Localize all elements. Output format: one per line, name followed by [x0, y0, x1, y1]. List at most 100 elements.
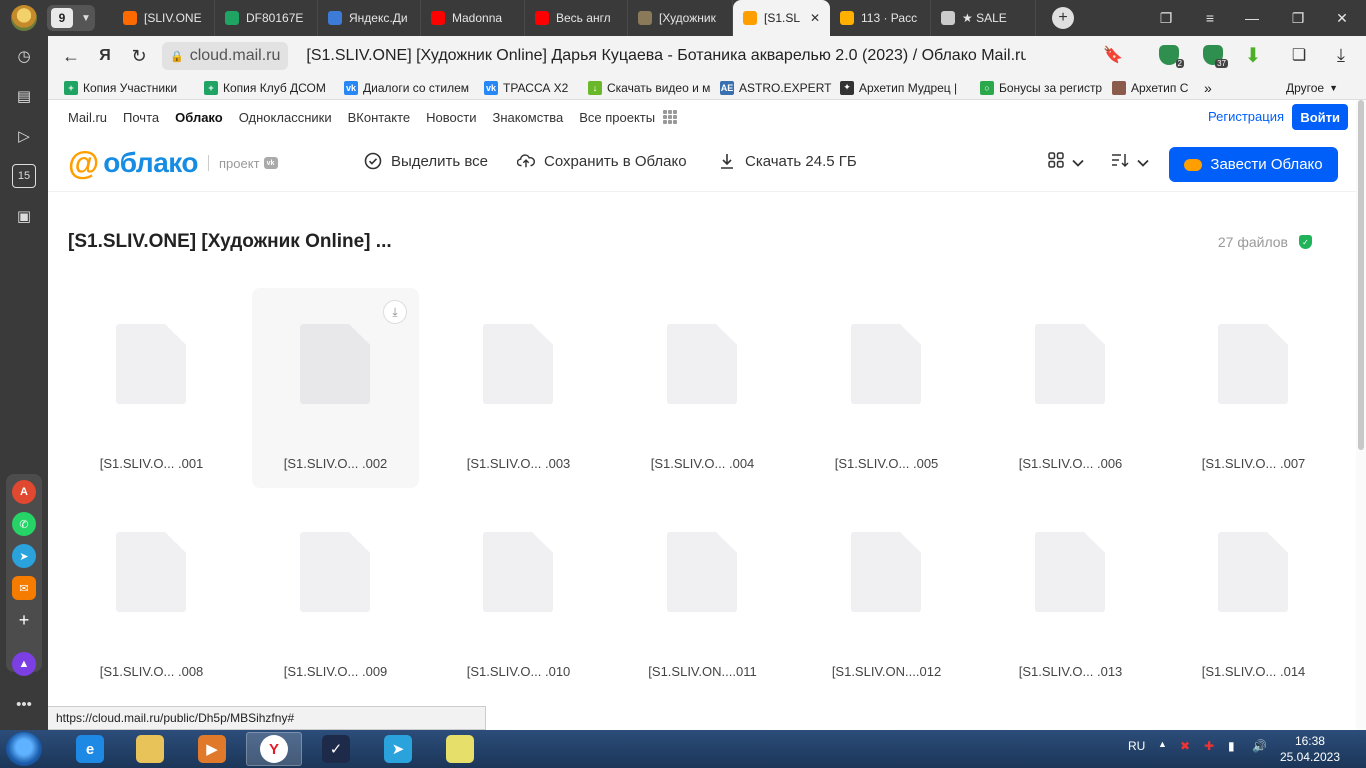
page-scrollbar[interactable] — [1356, 100, 1366, 730]
tab-9[interactable]: ★ SALE — [931, 0, 1036, 36]
file-card[interactable]: [S1.SLIV.O... .004 — [619, 288, 786, 488]
bookmarks-more[interactable]: » — [1200, 80, 1216, 96]
close-window-icon[interactable]: ✕ — [1322, 0, 1362, 36]
file-card[interactable]: [S1.SLIV.O... .002 ⤓ — [252, 288, 419, 488]
more-icon[interactable]: ••• — [12, 692, 36, 716]
save-to-cloud-button[interactable]: Сохранить в Облако — [517, 152, 687, 170]
bookmarks-other[interactable]: Другое ▼ — [1278, 81, 1346, 95]
tab-1[interactable]: [SLIV.ONE — [113, 0, 215, 36]
bookmark-5[interactable]: ↓ Скачать видео и м — [580, 80, 712, 95]
bookmark-3[interactable]: vk Диалоги со стилем — [336, 80, 476, 95]
file-card[interactable]: [S1.SLIV.O... .005 — [803, 288, 970, 488]
history-icon[interactable]: ◷ — [12, 44, 36, 68]
collections-icon[interactable]: ▤ — [12, 84, 36, 108]
restore-icon[interactable]: ❐ — [1278, 0, 1318, 36]
bookmark-8[interactable]: ○ Бонусы за регистр — [972, 80, 1104, 95]
scrollbar-thumb[interactable] — [1358, 100, 1364, 450]
all-projects-grid-icon[interactable] — [663, 110, 678, 124]
file-card[interactable]: [S1.SLIV.ON....011 — [619, 496, 786, 696]
download-arrow-icon[interactable]: ⬇ — [1240, 42, 1266, 68]
tab-3[interactable]: Яндекс.Ди — [318, 0, 421, 36]
yandex-icon[interactable]: Я — [88, 41, 122, 71]
whatsapp-icon[interactable]: ✆ — [12, 512, 36, 536]
taskbar-telegram[interactable]: ➤ — [370, 732, 426, 766]
tab-7[interactable]: [S1.SLIV ✕ — [733, 0, 830, 36]
url-domain-pill[interactable]: 🔒 cloud.mail.ru — [162, 42, 289, 70]
taskbar-vpn[interactable]: ✓ — [308, 732, 364, 766]
file-card[interactable]: [S1.SLIV.O... .001 — [68, 288, 235, 488]
portal-nav-item-5[interactable]: ВКонтакте — [348, 110, 411, 125]
tray-expand-icon[interactable]: ▲ — [1158, 739, 1167, 749]
mail-icon[interactable]: ✉ — [12, 576, 36, 600]
file-card[interactable]: [S1.SLIV.O... .007 — [1170, 288, 1337, 488]
bookmark-icon[interactable]: 🔖 — [1100, 42, 1126, 68]
taskbar-notes[interactable] — [432, 732, 488, 766]
security-icon[interactable]: ✚ — [1204, 739, 1214, 753]
taskbar-media-player[interactable]: ▶ — [184, 732, 240, 766]
new-tab-button[interactable]: + — [1052, 7, 1074, 29]
screenshot-icon[interactable]: ▣ — [12, 204, 36, 228]
play-icon[interactable]: ▷ — [12, 124, 36, 148]
portal-nav-item-3[interactable]: Облако — [175, 110, 223, 125]
get-cloud-button[interactable]: Завести Облако — [1169, 147, 1338, 182]
bookmark-7[interactable]: ✦ Архетип Мудрец | — [832, 80, 972, 95]
volume-icon[interactable]: 🔊 — [1252, 739, 1267, 753]
bookmark-2[interactable]: + Копия Клуб ДСОМ — [196, 80, 336, 95]
language-indicator[interactable]: RU — [1128, 739, 1145, 753]
clock[interactable]: 16:38 25.04.2023 — [1280, 733, 1340, 765]
alice-icon[interactable]: ▲ — [12, 652, 36, 676]
tabs-manager-icon[interactable]: ❐ — [1146, 0, 1186, 36]
translate-icon[interactable]: A — [12, 480, 36, 504]
tab-count-button[interactable]: 9 ▼ — [47, 5, 95, 31]
portal-nav-item-1[interactable]: Mail.ru — [68, 110, 107, 125]
close-tab-icon[interactable]: ✕ — [810, 11, 820, 25]
sort-button[interactable] — [1111, 152, 1149, 171]
file-card[interactable]: [S1.SLIV.O... .013 — [987, 496, 1154, 696]
select-all-button[interactable]: Выделить все — [364, 152, 488, 170]
network-warning-icon[interactable]: ✖ — [1180, 739, 1190, 753]
file-download-icon[interactable]: ⤓ — [383, 300, 407, 324]
file-card[interactable]: [S1.SLIV.ON....012 — [803, 496, 970, 696]
start-button[interactable] — [6, 732, 42, 766]
portal-nav-item-2[interactable]: Почта — [123, 110, 159, 125]
extensions-icon[interactable]: ❏ — [1286, 42, 1312, 68]
tab-5[interactable]: Весь англ — [525, 0, 628, 36]
file-card[interactable]: [S1.SLIV.O... .014 — [1170, 496, 1337, 696]
file-card[interactable]: [S1.SLIV.O... .008 — [68, 496, 235, 696]
taskbar-ie[interactable]: e — [62, 732, 118, 766]
minimize-icon[interactable]: — — [1232, 0, 1272, 36]
bookmark-6[interactable]: AE ASTRO.EXPERT — [712, 80, 832, 95]
download-all-button[interactable]: Скачать 24.5 ГБ — [718, 152, 857, 170]
file-card[interactable]: [S1.SLIV.O... .009 — [252, 496, 419, 696]
extension-shield-icon[interactable]: 2 — [1156, 42, 1184, 68]
taskbar-explorer[interactable] — [122, 732, 178, 766]
tab-2[interactable]: DF80167E — [215, 0, 318, 36]
login-button[interactable]: Войти — [1292, 104, 1348, 130]
profile-avatar[interactable] — [11, 5, 37, 31]
tab-8[interactable]: 113 · Расс — [830, 0, 931, 36]
add-app-icon[interactable]: + — [12, 608, 36, 632]
downloads-icon[interactable]: ⤓ — [1328, 42, 1354, 68]
bookmark-9[interactable]: Архетип С — [1104, 80, 1200, 95]
tab-6[interactable]: [Художник — [628, 0, 733, 36]
extension-shield-icon-2[interactable]: 37 — [1200, 42, 1228, 68]
register-link[interactable]: Регистрация — [1208, 109, 1284, 124]
file-card[interactable]: [S1.SLIV.O... .010 — [435, 496, 602, 696]
file-card[interactable]: [S1.SLIV.O... .006 — [987, 288, 1154, 488]
portal-nav-item-8[interactable]: Все проекты — [579, 110, 655, 125]
reload-icon[interactable]: ↻ — [122, 41, 156, 71]
view-mode-button[interactable] — [1048, 152, 1084, 171]
menu-icon[interactable]: ≡ — [1190, 0, 1230, 36]
portal-nav-item-7[interactable]: Знакомства — [492, 110, 563, 125]
calendar-icon[interactable]: 15 — [12, 164, 36, 188]
back-icon[interactable]: ← — [54, 41, 88, 71]
portal-nav-item-4[interactable]: Одноклассники — [239, 110, 332, 125]
portal-nav-item-6[interactable]: Новости — [426, 110, 476, 125]
bookmark-1[interactable]: + Копия Участники — [56, 80, 196, 95]
taskbar-yandex-browser[interactable]: Y — [246, 732, 302, 766]
cloud-logo[interactable]: @ облако проект vk — [68, 147, 278, 179]
signal-icon[interactable]: ▮ — [1228, 739, 1235, 753]
file-card[interactable]: [S1.SLIV.O... .003 — [435, 288, 602, 488]
telegram-icon[interactable]: ➤ — [12, 544, 36, 568]
tab-4[interactable]: Madonna — [421, 0, 525, 36]
